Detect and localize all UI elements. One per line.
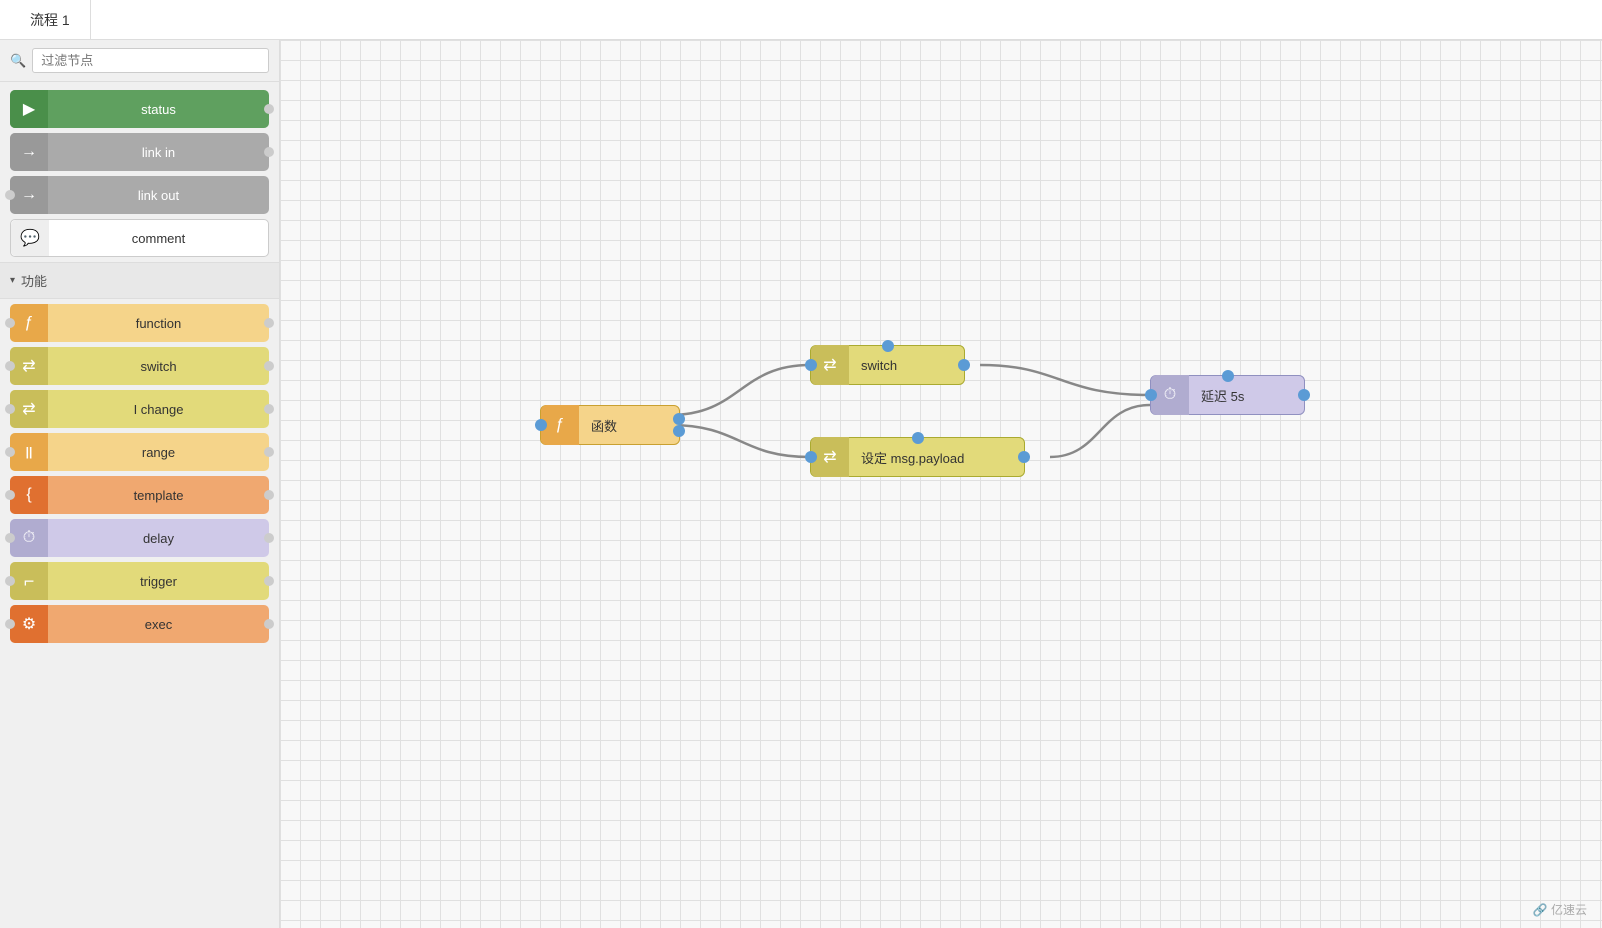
port-right [264,318,274,328]
function-icon: ƒ [10,304,48,342]
port-left [5,619,15,629]
sidebar-item-function[interactable]: ƒ function [10,304,269,342]
watermark: 🔗 亿速云 [1533,901,1587,918]
port-right [264,404,274,414]
switch-port-top[interactable] [882,340,894,352]
port-left [5,576,15,586]
hanshu-port-right2[interactable] [673,425,685,437]
sidebar-item-switch[interactable]: ⇄ switch [10,347,269,385]
delay-port-right[interactable] [1298,389,1310,401]
port-right [264,147,274,157]
sidebar: 🔍 ▶ status → link in → link out 💬 commen… [0,40,280,928]
link-out-icon: → [10,176,48,214]
port-right [264,104,274,114]
sidebar-item-template[interactable]: { template [10,476,269,514]
switch-port-right[interactable] [958,359,970,371]
port-left [5,490,15,500]
switch-port-left[interactable] [805,359,817,371]
trigger-icon: ⌐ [10,562,48,600]
flow-node-delay[interactable]: ⏱ 延迟 5s [1150,375,1305,415]
change-canvas-label: 设定 msg.payload [849,448,976,467]
sidebar-item-label: range [48,445,269,460]
switch-canvas-label: switch [849,358,909,373]
sidebar-item-label: comment [49,231,268,246]
switch-icon: ⇄ [10,347,48,385]
chevron-icon: ▾ [10,275,15,286]
change-port-left[interactable] [805,451,817,463]
hanshu-port-right[interactable] [673,413,685,425]
sidebar-item-delay[interactable]: ⏱ delay [10,519,269,557]
delay-port-left[interactable] [1145,389,1157,401]
sidebar-item-range[interactable]: || range [10,433,269,471]
exec-icon: ⚙ [10,605,48,643]
flow-node-change[interactable]: ⇄ 设定 msg.payload [810,437,1025,477]
search-bar: 🔍 [0,40,279,82]
sidebar-item-label: trigger [48,574,269,589]
hanshu-port-left[interactable] [535,419,547,431]
delay-port-top[interactable] [1222,370,1234,382]
watermark-text: 亿速云 [1551,903,1587,917]
sidebar-item-link-out[interactable]: → link out [10,176,269,214]
flow-tab[interactable]: 流程 1 [10,0,91,39]
sidebar-item-trigger[interactable]: ⌐ trigger [10,562,269,600]
connections-svg [280,40,1602,928]
flow-node-hanshu[interactable]: ƒ 函数 [540,405,680,445]
section-label: 功能 [21,271,47,290]
flow-canvas[interactable]: ƒ 函数 ⇄ switch ⇄ 设定 msg.payload ⏱ [280,40,1602,928]
sidebar-item-label: exec [48,617,269,632]
port-right [264,619,274,629]
sidebar-item-status[interactable]: ▶ status [10,90,269,128]
sidebar-item-change[interactable]: ⇄ I change [10,390,269,428]
port-left [5,190,15,200]
port-left [5,361,15,371]
port-right [264,533,274,543]
port-right [264,447,274,457]
comment-icon: 💬 [11,220,49,256]
change-icon: ⇄ [10,390,48,428]
delay-canvas-label: 延迟 5s [1189,386,1256,405]
port-right [264,361,274,371]
sidebar-item-label: link out [48,188,269,203]
port-left [5,318,15,328]
change-port-right[interactable] [1018,451,1030,463]
port-left [5,447,15,457]
sidebar-item-label: switch [48,359,269,374]
port-left [5,404,15,414]
template-icon: { [10,476,48,514]
sidebar-item-label: function [48,316,269,331]
sidebar-item-label: delay [48,531,269,546]
port-left [5,533,15,543]
change-port-top[interactable] [912,432,924,444]
section-header-function[interactable]: ▾ 功能 [0,262,279,299]
sidebar-item-label: template [48,488,269,503]
main-layout: 🔍 ▶ status → link in → link out 💬 commen… [0,40,1602,928]
port-right [264,576,274,586]
sidebar-item-link-in[interactable]: → link in [10,133,269,171]
flow-node-switch[interactable]: ⇄ switch [810,345,965,385]
port-right [264,490,274,500]
status-icon: ▶ [10,90,48,128]
header: 流程 1 [0,0,1602,40]
sidebar-item-label: link in [48,145,269,160]
search-input[interactable] [32,48,269,73]
hanshu-label: 函数 [579,416,629,435]
sidebar-item-label: I change [48,402,269,417]
sidebar-item-exec[interactable]: ⚙ exec [10,605,269,643]
sidebar-item-comment[interactable]: 💬 comment [10,219,269,257]
link-in-icon: → [10,133,48,171]
watermark-icon: 🔗 [1533,903,1548,917]
search-icon: 🔍 [10,53,26,69]
sidebar-item-label: status [48,102,269,117]
delay-icon: ⏱ [10,519,48,557]
range-icon: || [10,433,48,471]
